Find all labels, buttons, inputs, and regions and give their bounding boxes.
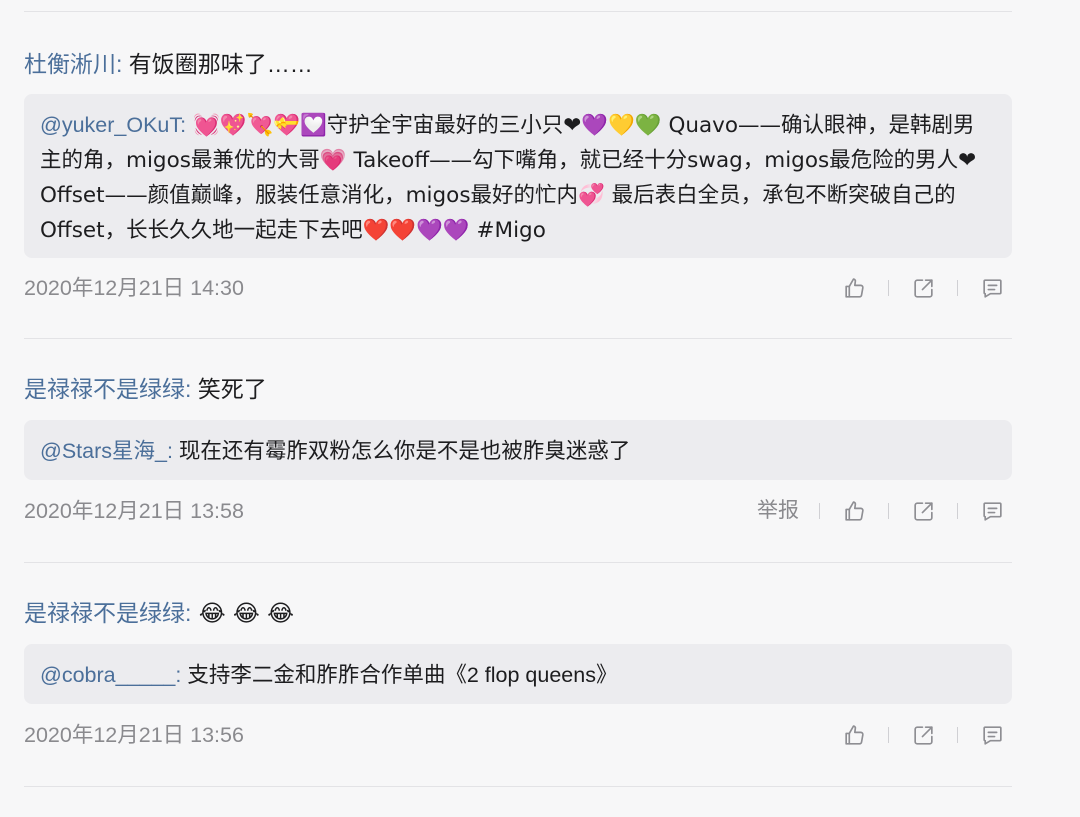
comment-actions: 举报 <box>757 496 1006 526</box>
quoted-text: 支持李二金和胙胙合作单曲《2 flop queens》 <box>181 663 618 687</box>
reply-button[interactable] <box>978 496 1006 526</box>
comment-author[interactable]: 杜衡淅川: <box>24 51 122 77</box>
comment-actions <box>840 273 1006 303</box>
comment-timestamp: 2020年12月21日 13:56 <box>24 723 244 747</box>
divider <box>24 786 1012 787</box>
comment-icon <box>982 725 1002 745</box>
share-button[interactable] <box>909 273 937 303</box>
thumbs-up-icon <box>844 277 864 298</box>
divider <box>24 11 1012 12</box>
report-button[interactable]: 举报 <box>757 496 811 526</box>
comment-text: 有饭圈那味了…… <box>122 51 313 77</box>
action-separator <box>957 280 958 296</box>
comment-timestamp: 2020年12月21日 14:30 <box>24 276 244 300</box>
comment-author[interactable]: 是禄禄不是绿绿: <box>24 376 191 402</box>
comment-meta: 2020年12月21日 13:58 举报 <box>24 494 1012 528</box>
comment-icon <box>982 501 1002 521</box>
reply-button[interactable] <box>978 720 1006 750</box>
action-separator <box>819 503 820 519</box>
share-button[interactable] <box>909 720 937 750</box>
action-separator <box>957 727 958 743</box>
share-icon <box>913 278 933 298</box>
quoted-author[interactable]: @Stars星海_: <box>40 439 173 463</box>
thumbs-up-icon <box>844 724 864 745</box>
quoted-comment: @Stars星海_: 现在还有霉胙双粉怎么你是不是也被胙臭迷惑了 <box>24 420 1012 480</box>
quoted-comment: @cobra_____: 支持李二金和胙胙合作单曲《2 flop queens》 <box>24 644 1012 704</box>
comment-item: 是禄禄不是绿绿: 😂 😂 😂 @cobra_____: 支持李二金和胙胙合作单曲… <box>24 597 1012 747</box>
like-button[interactable] <box>840 720 868 750</box>
quoted-text: 现在还有霉胙双粉怎么你是不是也被胙臭迷惑了 <box>172 439 631 463</box>
action-separator <box>888 727 889 743</box>
share-button[interactable] <box>909 496 937 526</box>
reply-button[interactable] <box>978 273 1006 303</box>
comment-header: 是禄禄不是绿绿: 😂 😂 😂 <box>24 597 1012 630</box>
comment-header: 是禄禄不是绿绿: 笑死了 <box>24 373 1012 405</box>
comment-actions <box>840 720 1006 750</box>
comment-header: 杜衡淅川: 有饭圈那味了…… <box>24 48 1012 80</box>
action-separator <box>957 503 958 519</box>
share-icon <box>913 725 933 745</box>
comment-text: 笑死了 <box>191 376 267 402</box>
quoted-comment: @yuker_OKuT: 💓💖💘💝💟守护全宇宙最好的三小只❤💜💛💚 Quavo—… <box>24 94 1012 258</box>
comment-meta: 2020年12月21日 14:30 <box>24 271 1012 305</box>
comment-meta: 2020年12月21日 13:56 <box>24 718 1012 752</box>
thumbs-up-icon <box>844 500 864 521</box>
comment-text: 😂 😂 😂 <box>191 601 294 627</box>
comment-icon <box>982 278 1002 298</box>
quoted-author[interactable]: @cobra_____: <box>40 663 181 687</box>
divider <box>24 562 1012 563</box>
comment-feed: 杜衡淅川: 有饭圈那味了…… @yuker_OKuT: 💓💖💘💝💟守护全宇宙最好… <box>0 0 1080 817</box>
like-button[interactable] <box>840 496 868 526</box>
comment-timestamp: 2020年12月21日 13:58 <box>24 499 244 523</box>
comment-item: 是禄禄不是绿绿: 笑死了 @Stars星海_: 现在还有霉胙双粉怎么你是不是也被… <box>24 373 1012 523</box>
divider <box>24 338 1012 339</box>
comment-item: 杜衡淅川: 有饭圈那味了…… @yuker_OKuT: 💓💖💘💝💟守护全宇宙最好… <box>24 48 1012 300</box>
like-button[interactable] <box>840 273 868 303</box>
action-separator <box>888 280 889 296</box>
quoted-author[interactable]: @yuker_OKuT: <box>40 113 186 137</box>
share-icon <box>913 501 933 521</box>
comment-author[interactable]: 是禄禄不是绿绿: <box>24 600 191 626</box>
action-separator <box>888 503 889 519</box>
